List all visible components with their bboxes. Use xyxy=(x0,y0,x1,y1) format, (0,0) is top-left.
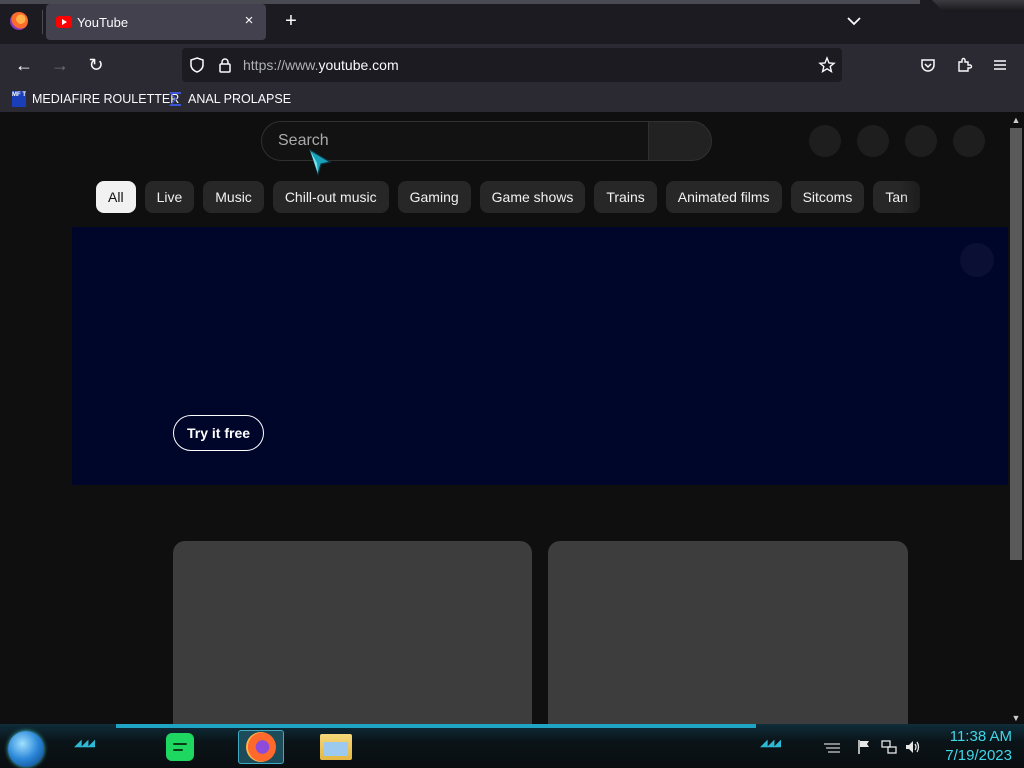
firefox-icon xyxy=(246,732,276,762)
chip-music[interactable]: Music xyxy=(203,181,264,213)
scroll-down-arrow-icon[interactable]: ▼ xyxy=(1010,712,1022,724)
extensions-puzzle-icon[interactable] xyxy=(955,56,973,74)
taskbar-accent-stripe xyxy=(116,724,756,728)
scroll-up-arrow-icon[interactable]: ▲ xyxy=(1010,114,1022,126)
video-thumbnail-placeholder[interactable] xyxy=(548,541,908,724)
sigma-icon xyxy=(169,92,181,106)
taskbar-app-spotify[interactable] xyxy=(162,730,198,764)
forward-button[interactable]: → xyxy=(48,53,72,77)
network-icon[interactable] xyxy=(880,738,898,756)
bookmark-mediafire-rouletter[interactable]: MF T MEDIAFIRE ROULETTER xyxy=(12,90,179,108)
pocket-icon[interactable] xyxy=(919,56,937,74)
tab-youtube[interactable]: YouTube × xyxy=(46,4,266,40)
header-placeholder-icon[interactable] xyxy=(905,125,937,157)
navigation-toolbar: ← → ↻ https://www.youtube.com xyxy=(0,44,1024,86)
category-chips-bar: All Live Music Chill-out music Gaming Game sh… xyxy=(96,181,940,213)
bookmark-anal-prolapse[interactable]: ANAL PROLAPSE xyxy=(168,90,291,108)
lock-icon[interactable] xyxy=(216,56,234,74)
clock-time: 11:38 AM xyxy=(949,728,1012,745)
list-all-tabs-chevron-icon[interactable] xyxy=(845,12,863,30)
taskbar-app-file-explorer[interactable] xyxy=(318,730,354,764)
chips-fade-overlay xyxy=(900,181,944,213)
window-frame-decoration xyxy=(932,0,1024,12)
tab-separator xyxy=(42,10,43,34)
mediafire-icon: MF T xyxy=(12,91,26,107)
bookmark-label: ANAL PROLAPSE xyxy=(188,92,292,106)
scrollbar-thumb[interactable] xyxy=(1010,128,1022,560)
header-placeholder-icon[interactable] xyxy=(809,125,841,157)
url-text[interactable]: https://www.youtube.com xyxy=(243,57,399,73)
header-placeholder-icon[interactable] xyxy=(857,125,889,157)
banner-close-placeholder-icon[interactable] xyxy=(960,243,994,277)
system-clock[interactable]: 11:38 AM 7/19/2023 xyxy=(932,727,1012,765)
tracking-protection-shield-icon[interactable] xyxy=(188,56,206,74)
youtube-favicon-icon xyxy=(56,16,72,28)
bookmarks-toolbar: MF T MEDIAFIRE ROULETTER ANAL PROLAPSE xyxy=(0,86,1024,112)
chip-live[interactable]: Live xyxy=(144,181,195,213)
taskbar-app-firefox[interactable] xyxy=(238,730,284,764)
new-tab-button[interactable]: + xyxy=(280,10,302,32)
show-hidden-icons-icon[interactable] xyxy=(822,738,842,756)
chip-animated-films[interactable]: Animated films xyxy=(665,181,782,213)
avatar[interactable] xyxy=(953,125,985,157)
tab-title: YouTube xyxy=(77,15,129,30)
taskbar-decoration: ◢◢◢ xyxy=(74,738,95,749)
chip-sitcoms[interactable]: Sitcoms xyxy=(790,181,865,213)
firefox-menu-icon[interactable] xyxy=(10,12,28,30)
browser-tab-strip: YouTube × + xyxy=(0,0,1024,44)
youtube-page: Search All Live Music Chill-out music Gaming… xyxy=(0,112,1008,724)
try-it-free-button[interactable]: Try it free xyxy=(173,415,264,451)
chip-trains[interactable]: Trains xyxy=(594,181,657,213)
taskbar-decoration: ◢◢◢ xyxy=(760,738,781,749)
clock-date: 7/19/2023 xyxy=(945,747,1012,764)
tab-close-icon[interactable]: × xyxy=(240,12,258,29)
url-domain: youtube.com xyxy=(318,57,399,73)
video-thumbnail-placeholder[interactable] xyxy=(173,541,532,724)
address-bar[interactable]: https://www.youtube.com xyxy=(182,48,842,82)
bookmark-star-icon[interactable] xyxy=(818,56,836,74)
mouse-cursor-icon xyxy=(308,148,332,176)
search-button[interactable] xyxy=(648,121,712,161)
promo-banner: Try it free xyxy=(72,227,1008,485)
chip-gaming[interactable]: Gaming xyxy=(397,181,471,213)
chip-chill-out-music[interactable]: Chill-out music xyxy=(272,181,389,213)
hamburger-menu-icon[interactable] xyxy=(991,56,1009,74)
spotify-icon xyxy=(166,733,194,761)
action-center-flag-icon[interactable] xyxy=(856,738,872,756)
file-explorer-icon xyxy=(320,734,352,760)
chip-game-shows[interactable]: Game shows xyxy=(479,181,586,213)
bookmark-label: MEDIAFIRE ROULETTER xyxy=(32,92,180,106)
reload-button[interactable]: ↻ xyxy=(84,53,108,77)
chip-all[interactable]: All xyxy=(96,181,136,213)
start-button[interactable] xyxy=(8,731,44,767)
volume-icon[interactable] xyxy=(904,738,922,756)
url-prefix: https://www. xyxy=(243,57,319,73)
back-button[interactable]: ← xyxy=(12,53,36,77)
